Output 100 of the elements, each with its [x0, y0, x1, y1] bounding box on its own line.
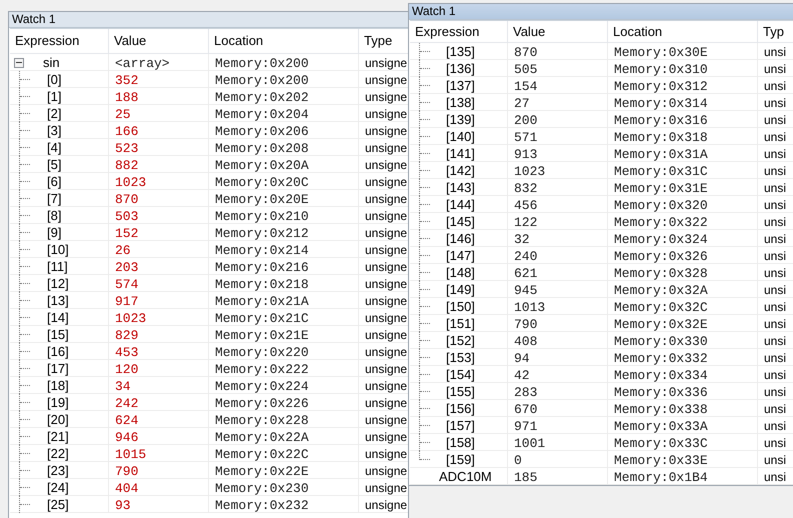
value-text: 240 [514, 249, 538, 264]
expression-text: [152] [446, 332, 475, 349]
column-header[interactable]: Expression [410, 21, 508, 43]
expression-text: [150] [446, 298, 475, 315]
value-text: 122 [514, 215, 538, 230]
value-text: 945 [514, 283, 538, 298]
value-text: 283 [514, 385, 538, 400]
type-text: unsigne [365, 498, 408, 512]
type-text: unsigne [365, 464, 408, 478]
location-text: Memory:0x32C [614, 300, 708, 315]
value-text: 1013 [514, 300, 546, 315]
location-text: Memory:0x328 [614, 266, 708, 281]
type-text: unsi [764, 453, 786, 467]
type-text: unsi [764, 79, 786, 93]
location-text: Memory:0x334 [614, 368, 708, 383]
type-text: unsi [764, 249, 786, 263]
location-text: Memory:0x31A [614, 147, 708, 162]
value-text: 1023 [115, 175, 146, 190]
expression-text: [145] [446, 213, 475, 230]
expression-text: [0] [47, 71, 62, 88]
expression-text: [149] [446, 281, 475, 298]
location-text: Memory:0x230 [215, 481, 309, 496]
location-text: Memory:0x214 [215, 243, 309, 258]
type-text: unsi [764, 164, 786, 178]
expression-text: [155] [446, 383, 475, 400]
type-text: unsigne [365, 481, 408, 495]
type-text: unsigne [365, 209, 408, 223]
location-text: Memory:0x20E [215, 192, 309, 207]
expression-text: [159] [446, 451, 475, 468]
expression-text: [148] [446, 264, 475, 281]
location-text: Memory:0x204 [215, 107, 309, 122]
location-text: Memory:0x200 [215, 56, 309, 71]
type-text: unsigne [365, 294, 408, 308]
value-text: 1023 [514, 164, 546, 179]
expression-text: [158] [446, 434, 475, 451]
value-text: 913 [514, 147, 538, 162]
expression-text: [16] [47, 343, 69, 360]
value-text: 571 [514, 130, 538, 145]
type-text: unsi [764, 300, 786, 314]
type-text: unsigne [365, 396, 408, 410]
window-title: Watch 1 [9, 12, 408, 28]
value-text: 829 [115, 328, 138, 343]
value-text: 971 [514, 419, 538, 434]
expression-text: [4] [47, 139, 62, 156]
collapse-icon[interactable] [14, 58, 24, 68]
value-text: 1023 [115, 311, 146, 326]
expression-text: ADC10M [439, 468, 492, 485]
type-text: unsi [764, 266, 786, 280]
value-text: 26 [115, 243, 131, 258]
location-text: Memory:0x226 [215, 396, 309, 411]
expression-text: [137] [446, 77, 475, 94]
location-text: Memory:0x326 [614, 249, 708, 264]
value-text: 93 [115, 498, 131, 513]
location-text: Memory:0x332 [614, 351, 708, 366]
type-text: unsi [764, 385, 786, 399]
type-text: unsi [764, 334, 786, 348]
value-text: 790 [514, 317, 538, 332]
value-text: 456 [514, 198, 538, 213]
value-text: 352 [115, 73, 138, 88]
expression-text: [20] [47, 411, 69, 428]
type-text: unsi [764, 419, 786, 433]
type-text: unsigne [365, 447, 408, 461]
type-text: unsi [764, 470, 786, 484]
expression-text: [19] [47, 394, 69, 411]
expression-text: [5] [47, 156, 62, 173]
column-header[interactable]: Value [508, 21, 608, 43]
location-text: Memory:0x21A [215, 294, 309, 309]
type-text: unsigne [365, 124, 408, 138]
value-text: 1001 [514, 436, 546, 451]
type-text: unsigne [365, 243, 408, 257]
column-header[interactable]: Location [209, 29, 359, 54]
column-header[interactable]: Location [608, 21, 758, 43]
value-text: 0 [514, 453, 522, 468]
expression-text: [151] [446, 315, 475, 332]
location-text: Memory:0x30E [614, 45, 708, 60]
expression-text: [146] [446, 230, 475, 247]
location-text: Memory:0x32E [614, 317, 708, 332]
column-header[interactable]: Value [109, 29, 209, 54]
type-text: unsi [764, 181, 786, 195]
value-text: 621 [514, 266, 538, 281]
type-text: unsigne [365, 158, 408, 172]
location-text: Memory:0x322 [614, 215, 708, 230]
column-header[interactable]: Expression [10, 29, 109, 54]
window-title: Watch 1 [409, 4, 793, 20]
type-text: unsi [764, 215, 786, 229]
value-text: 120 [115, 362, 138, 377]
value-text: 917 [115, 294, 138, 309]
value-text: 154 [514, 79, 538, 94]
location-text: Memory:0x208 [215, 141, 309, 156]
location-text: Memory:0x330 [614, 334, 708, 349]
type-text: unsi [764, 436, 786, 450]
expression-text: [3] [47, 122, 62, 139]
expression-text: [22] [47, 445, 69, 462]
location-text: Memory:0x22E [215, 464, 309, 479]
location-text: Memory:0x220 [215, 345, 309, 360]
location-text: Memory:0x20C [215, 175, 309, 190]
expression-text: [141] [446, 145, 475, 162]
type-text: unsigne [365, 260, 408, 274]
type-text: unsi [764, 283, 786, 297]
type-text: unsi [764, 62, 786, 76]
